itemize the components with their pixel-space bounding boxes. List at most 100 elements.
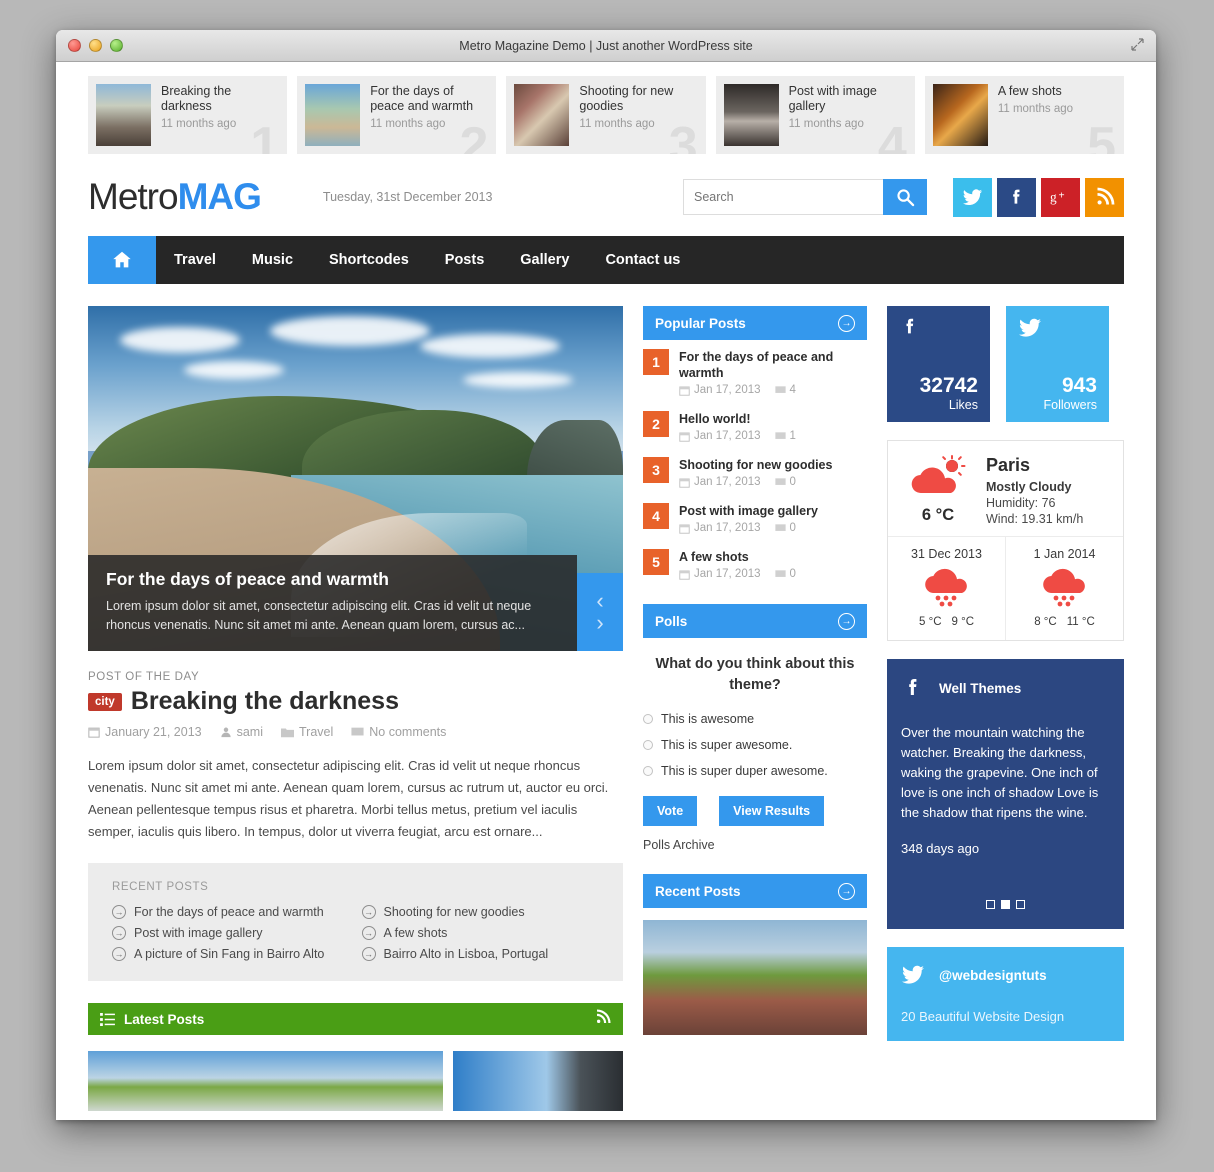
rss-icon[interactable]: [595, 1008, 611, 1030]
search-button[interactable]: [883, 179, 927, 215]
social-links[interactable]: g +: [953, 177, 1124, 217]
twitter-icon: [1019, 318, 1041, 337]
popular-post-item[interactable]: 3 Shooting for new goodies Jan 17, 2013 …: [643, 448, 867, 494]
ticker-thumbnail: [514, 84, 570, 146]
weather-humidity: Humidity: 76: [986, 496, 1056, 510]
post-comments[interactable]: No comments: [351, 725, 446, 739]
ticker-item[interactable]: Post with image gallery 11 months ago 4: [715, 76, 915, 154]
calendar-icon: [679, 431, 690, 442]
social-googleplus-button[interactable]: g +: [1041, 177, 1080, 217]
popular-post-title: Shooting for new goodies: [679, 458, 833, 472]
ticker-item[interactable]: For the days of peace and warmth 11 mont…: [297, 76, 497, 154]
twitter-counter[interactable]: 943 Followers: [1006, 306, 1109, 422]
featured-slider[interactable]: For the days of peace and warmth Lorem i…: [88, 306, 623, 651]
comment-icon: [774, 524, 786, 531]
ticker-item[interactable]: A few shots 11 months ago 5: [924, 76, 1125, 154]
recent-post-link[interactable]: → For the days of peace and warmth: [112, 905, 350, 919]
social-facebook-button[interactable]: [997, 177, 1036, 217]
recent-post-link[interactable]: → A few shots: [361, 926, 600, 940]
category-badge[interactable]: city: [88, 692, 122, 711]
slider-next-icon[interactable]: ›: [596, 612, 603, 634]
arrow-circle-icon: →: [361, 926, 376, 940]
post-category[interactable]: Travel: [281, 725, 333, 739]
svg-text:+: +: [1058, 191, 1064, 202]
radio-icon[interactable]: [643, 714, 653, 724]
latest-post-thumbnail[interactable]: [88, 1051, 443, 1111]
post-title[interactable]: Breaking the darkness: [131, 687, 399, 716]
facebook-feed-widget: Well Themes Over the mountain watching t…: [887, 659, 1124, 929]
radio-icon[interactable]: [643, 740, 653, 750]
nav-item-music[interactable]: Music: [234, 236, 311, 284]
nav-home-link[interactable]: [88, 236, 156, 284]
recent-posts-more-button[interactable]: →: [838, 882, 855, 900]
nav-item-posts[interactable]: Posts: [427, 236, 503, 284]
poll-option[interactable]: This is super duper awesome.: [643, 758, 867, 784]
recent-post-link[interactable]: → Shooting for new goodies: [361, 905, 600, 919]
social-rss-button[interactable]: [1085, 177, 1124, 217]
facebook-icon: [1013, 189, 1020, 204]
twitter-icon: [902, 965, 924, 984]
slider-navigation[interactable]: ‹ ›: [577, 573, 623, 651]
polls-archive-link[interactable]: Polls Archive: [643, 838, 867, 852]
radio-icon[interactable]: [643, 766, 653, 776]
facebook-label: Likes: [948, 398, 978, 412]
slide-caption: For the days of peace and warmth Lorem i…: [88, 555, 577, 651]
window-titlebar: Metro Magazine Demo | Just another WordP…: [56, 30, 1156, 62]
social-counters: 32742 Likes 943 Followers: [887, 306, 1124, 422]
polls-more-button[interactable]: →: [838, 612, 855, 630]
nav-item-shortcodes[interactable]: Shortcodes: [311, 236, 427, 284]
recent-post-image[interactable]: [643, 920, 867, 1035]
ticker-number: 5: [1087, 117, 1117, 154]
nav-item-travel[interactable]: Travel: [156, 236, 234, 284]
nav-item-contact-us[interactable]: Contact us: [587, 236, 698, 284]
weather-widget: 6 °C Paris Mostly Cloudy Humidity: 76 Wi…: [887, 440, 1124, 641]
pagination-dot[interactable]: [1016, 900, 1025, 909]
post-author[interactable]: sami: [220, 725, 263, 739]
pagination-dot[interactable]: [986, 900, 995, 909]
arrow-circle-icon: →: [838, 883, 855, 900]
search-input[interactable]: [683, 179, 883, 215]
recent-posts-widget: Recent Posts →: [643, 874, 867, 1035]
popular-post-title: Hello world!: [679, 412, 751, 426]
ticker-title: Breaking the darkness: [161, 84, 232, 113]
resize-icon[interactable]: [1131, 37, 1144, 54]
popular-post-date: Jan 17, 2013: [679, 384, 761, 396]
calendar-icon: [679, 477, 690, 488]
main-navigation[interactable]: Travel Music Shortcodes Posts Gallery Co…: [88, 236, 1124, 284]
social-twitter-button[interactable]: [953, 177, 992, 217]
site-logo[interactable]: MetroMAG: [88, 176, 262, 218]
popular-post-date: Jan 17, 2013: [679, 476, 761, 488]
googleplus-icon: g +: [1050, 190, 1065, 205]
recent-post-link[interactable]: → Bairro Alto in Lisboa, Portugal: [361, 947, 600, 961]
ticker-item[interactable]: Shooting for new goodies 11 months ago 3: [506, 76, 706, 154]
slider-prev-icon[interactable]: ‹: [596, 590, 603, 612]
logo-text-metro: Metro: [88, 176, 179, 217]
ticker-title: Post with image gallery: [788, 84, 877, 113]
nav-item-gallery[interactable]: Gallery: [502, 236, 587, 284]
popular-post-item[interactable]: 1 For the days of peace and warmth Jan 1…: [643, 340, 867, 402]
vote-button[interactable]: Vote: [643, 796, 698, 826]
latest-post-thumbnail[interactable]: [453, 1051, 623, 1111]
recent-post-link[interactable]: → A picture of Sin Fang in Bairro Alto: [112, 947, 350, 961]
popular-post-item[interactable]: 5 A few shots Jan 17, 2013 0: [643, 540, 867, 586]
facebook-page-name[interactable]: Well Themes: [939, 681, 1021, 696]
popular-post-item[interactable]: 2 Hello world! Jan 17, 2013 1: [643, 402, 867, 448]
recent-post-link[interactable]: → Post with image gallery: [112, 926, 350, 940]
ticker-thumbnail: [96, 84, 151, 146]
search-form[interactable]: [683, 179, 927, 215]
twitter-handle[interactable]: @webdesigntuts: [939, 968, 1047, 983]
facebook-counter[interactable]: 32742 Likes: [887, 306, 990, 422]
popular-post-comments: 1: [774, 430, 796, 442]
poll-option[interactable]: This is awesome: [643, 706, 867, 732]
facebook-widget-pagination[interactable]: [887, 900, 1124, 909]
rank-badge: 5: [643, 549, 669, 575]
pagination-dot-active[interactable]: [1001, 900, 1010, 909]
poll-option[interactable]: This is super awesome.: [643, 732, 867, 758]
ticker-item[interactable]: Breaking the darkness 11 months ago 1: [88, 76, 288, 154]
popular-posts-more-button[interactable]: →: [838, 314, 855, 332]
page-viewport[interactable]: Breaking the darkness 11 months ago 1 Fo…: [56, 62, 1156, 1120]
view-results-button[interactable]: View Results: [719, 796, 825, 826]
popular-post-item[interactable]: 4 Post with image gallery Jan 17, 2013 0: [643, 494, 867, 540]
polls-header: Polls →: [643, 604, 867, 638]
popular-post-comments: 4: [774, 384, 796, 396]
